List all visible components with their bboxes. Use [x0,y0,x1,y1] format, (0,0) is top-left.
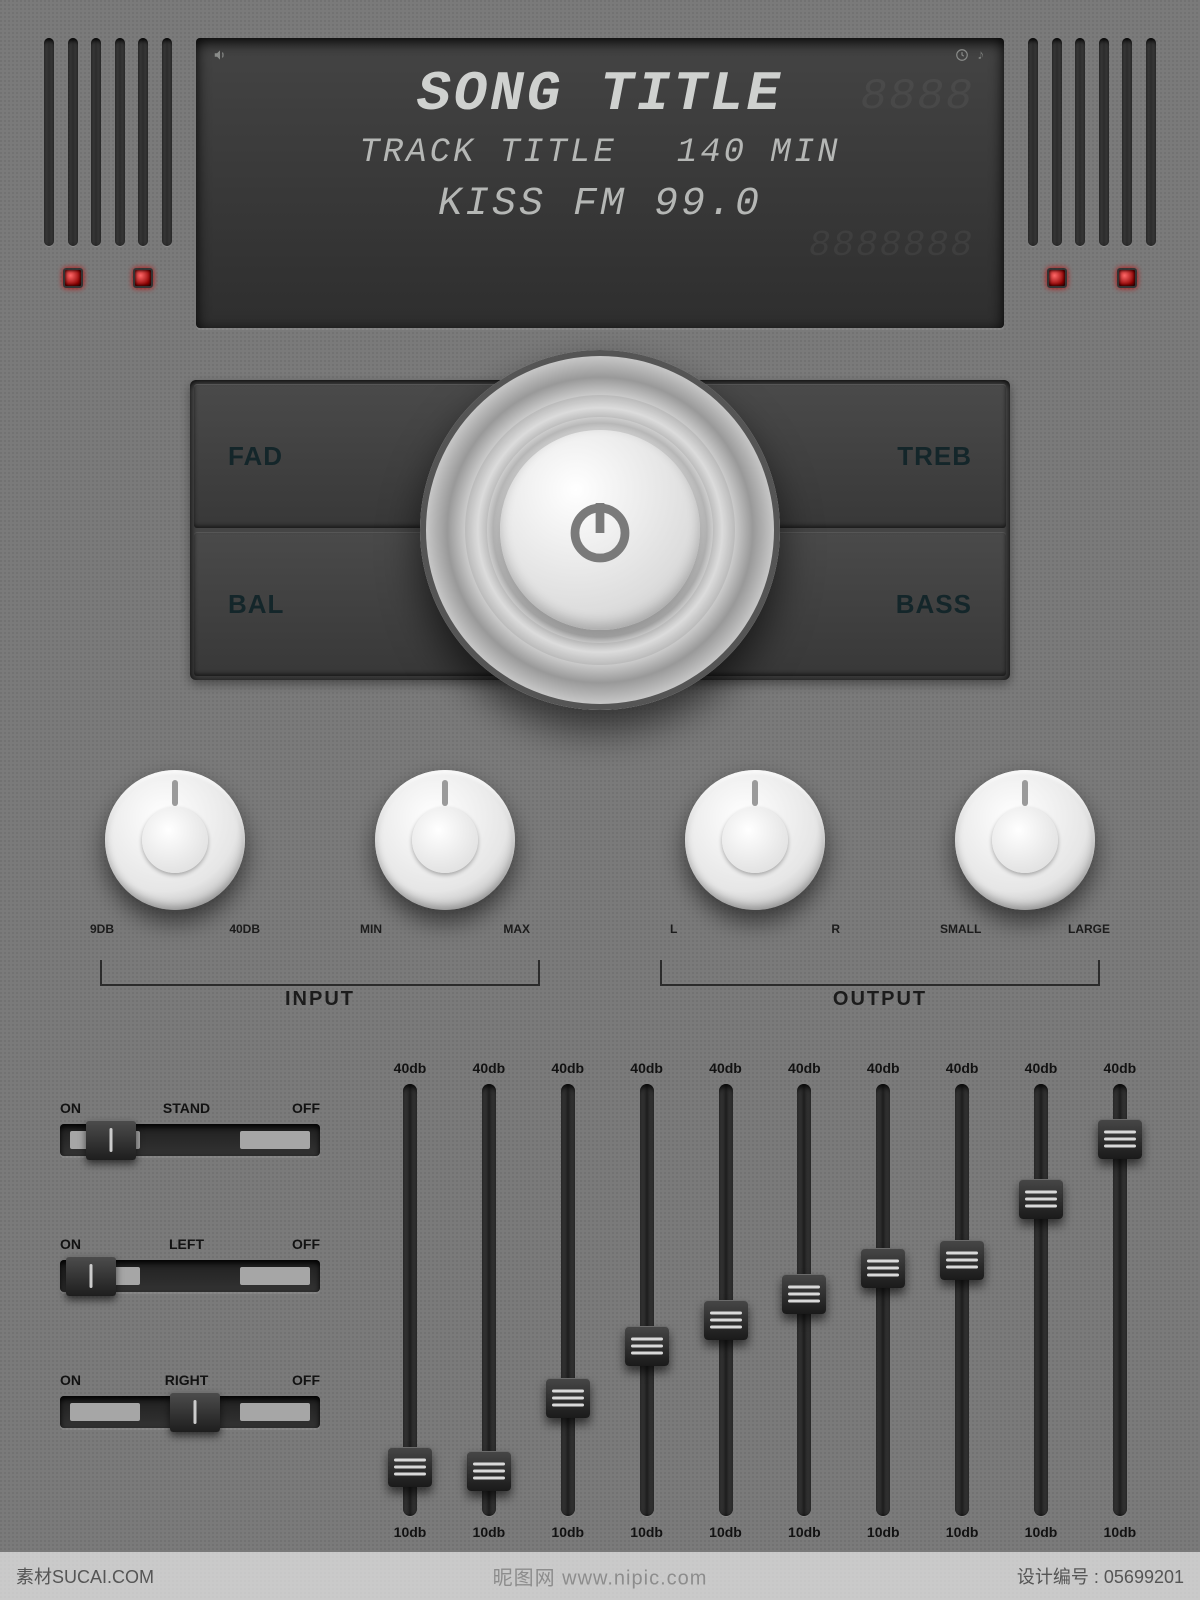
fader-5[interactable]: 40db 10db [696,1060,756,1540]
fader-4[interactable]: 40db 10db [617,1060,677,1540]
knob-size[interactable]: SMALL LARGE [950,770,1100,936]
switch-left[interactable]: ON LEFT OFF [60,1236,320,1292]
lcd-duration: 140 MIN [677,134,841,172]
fader-2[interactable]: 40db 10db [459,1060,519,1540]
knob-pan[interactable]: L R [680,770,830,936]
switch-right[interactable]: ON RIGHT OFF [60,1372,320,1428]
output-group-label: OUTPUT [660,960,1100,1011]
lcd-display: ♪ 8888 8888888 SONG TITLE TRACK TITLE 14… [196,38,1004,328]
footer-right: 设计编号 : 05699201 [1017,1563,1184,1589]
lcd-station: KISS FM 99.0 [216,182,984,227]
fader-9[interactable]: 40db 10db [1011,1060,1071,1540]
led-indicator [1047,268,1067,288]
knob-level[interactable]: MIN MAX [370,770,520,936]
speaker-left [38,38,178,288]
footer-left: 素材SUCAI.COM [16,1563,154,1589]
fader-8[interactable]: 40db 10db [932,1060,992,1540]
power-icon [560,488,640,573]
footer-watermark: 昵图网 www.nipic.com [493,1562,708,1591]
led-indicator [133,268,153,288]
switch-stand[interactable]: ON STAND OFF [60,1100,320,1156]
footer-bar: 素材SUCAI.COM 昵图网 www.nipic.com 设计编号 : 056… [0,1552,1200,1600]
input-group-label: INPUT [100,960,540,1011]
fader-1[interactable]: 40db 10db [380,1060,440,1540]
knob-gain[interactable]: 9DB 40DB [100,770,250,936]
lcd-track-title: TRACK TITLE [359,134,616,172]
fader-3[interactable]: 40db 10db [538,1060,598,1540]
music-note-icon: ♪ [977,48,988,67]
fader-6[interactable]: 40db 10db [774,1060,834,1540]
led-indicator [1117,268,1137,288]
power-dial[interactable] [420,350,780,710]
speaker-right [1022,38,1162,288]
led-indicator [63,268,83,288]
fader-10[interactable]: 40db 10db [1090,1060,1150,1540]
clock-icon [955,48,969,67]
volume-icon [212,48,228,67]
fader-7[interactable]: 40db 10db [853,1060,913,1540]
